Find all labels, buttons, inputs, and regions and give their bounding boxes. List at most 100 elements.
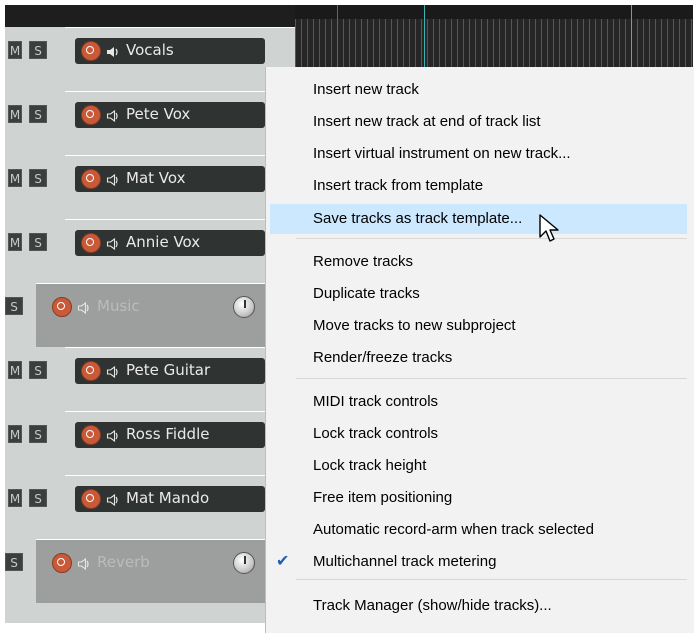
track-name-panel[interactable]: Vocals	[75, 38, 265, 64]
menu-item[interactable]: Render/freeze tracks	[266, 343, 687, 373]
track-row[interactable]: Music	[36, 283, 296, 347]
track-name: Vocals	[126, 41, 174, 59]
record-arm-button[interactable]	[52, 553, 72, 573]
mouse-pointer-icon	[539, 214, 559, 242]
menu-separator	[296, 579, 687, 580]
record-arm-button[interactable]	[52, 297, 72, 317]
tcp-header	[5, 5, 295, 27]
menu-item[interactable]: Track Manager (show/hide tracks)...	[266, 591, 687, 621]
speaker-outline-icon[interactable]	[106, 236, 120, 251]
track-name: Pete Guitar	[126, 361, 211, 379]
solo-button[interactable]: S	[5, 297, 23, 315]
menu-item[interactable]: MIDI track controls	[266, 387, 687, 417]
menu-item-label: Render/freeze tracks	[313, 349, 453, 366]
mute-button[interactable]: M	[8, 105, 22, 123]
track-row[interactable]: Pete Vox	[65, 91, 295, 155]
menu-item[interactable]: Remove tracks	[266, 247, 687, 277]
track-name: Pete Vox	[126, 105, 191, 123]
solo-button[interactable]: S	[29, 105, 47, 123]
menu-item-label: Multichannel track metering	[313, 553, 497, 570]
menu-item[interactable]: Free item positioning	[266, 483, 687, 513]
record-arm-button[interactable]	[81, 41, 101, 61]
solo-button[interactable]: S	[29, 41, 47, 59]
track-name: Mat Mando	[126, 489, 210, 507]
menu-item[interactable]: Insert new track at end of track list	[266, 107, 687, 137]
mute-button[interactable]: M	[8, 425, 22, 443]
speaker-outline-icon[interactable]	[77, 556, 91, 571]
record-arm-button[interactable]	[81, 169, 101, 189]
menu-item[interactable]: Lock track height	[266, 451, 687, 481]
speaker-outline-icon[interactable]	[77, 300, 91, 315]
mute-button[interactable]: M	[8, 361, 22, 379]
menu-item-label: Lock track controls	[313, 425, 439, 442]
menu-item-label: Remove tracks	[313, 253, 414, 270]
solo-button[interactable]: S	[5, 553, 23, 571]
track-name: Ross Fiddle	[126, 425, 210, 443]
menu-item-label: Save tracks as track template...	[313, 210, 523, 227]
track-row[interactable]: Ross Fiddle	[65, 411, 295, 475]
volume-knob[interactable]	[233, 552, 255, 574]
track-name: Mat Vox	[126, 169, 186, 187]
menu-item[interactable]: Save tracks as track template...	[270, 204, 687, 234]
menu-item[interactable]: Move tracks to new subproject	[266, 311, 687, 341]
record-arm-button[interactable]	[81, 489, 101, 509]
record-arm-button[interactable]	[81, 361, 101, 381]
menu-item[interactable]: Multichannel track metering ✔	[266, 547, 687, 577]
track-name-panel[interactable]: Ross Fiddle	[75, 422, 265, 448]
track-name-panel[interactable]: Annie Vox	[75, 230, 265, 256]
menu-item[interactable]: Duplicate tracks	[266, 279, 687, 309]
menu-item[interactable]: Insert track from template	[266, 171, 687, 201]
solo-button[interactable]: S	[29, 425, 47, 443]
menu-item-label: Lock track height	[313, 457, 427, 474]
speaker-outline-icon[interactable]	[106, 428, 120, 443]
record-arm-button[interactable]	[81, 233, 101, 253]
speaker-filled-icon[interactable]	[106, 44, 120, 58]
speaker-outline-icon[interactable]	[106, 108, 120, 123]
menu-item-label: Insert virtual instrument on new track..…	[313, 145, 571, 162]
menu-item-label: Insert new track	[313, 81, 419, 98]
menu-item-label: Track Manager (show/hide tracks)...	[313, 597, 552, 614]
menu-item-label: Duplicate tracks	[313, 285, 420, 302]
record-arm-button[interactable]	[81, 425, 101, 445]
track-row[interactable]: Mat Vox	[65, 155, 295, 219]
mute-button[interactable]: M	[8, 169, 22, 187]
speaker-outline-icon[interactable]	[106, 364, 120, 379]
menu-item-label: Move tracks to new subproject	[313, 317, 516, 334]
solo-button[interactable]: S	[29, 489, 47, 507]
track-name-panel[interactable]: Mat Vox	[75, 166, 265, 192]
menu-item[interactable]: Insert virtual instrument on new track..…	[266, 139, 687, 169]
solo-button[interactable]: S	[29, 233, 47, 251]
track-row[interactable]: Mat Mando	[65, 475, 295, 539]
track-row[interactable]: Annie Vox	[65, 219, 295, 283]
menu-item[interactable]: Insert new track	[266, 75, 687, 105]
speaker-outline-icon[interactable]	[106, 492, 120, 507]
track-name-panel[interactable]: Pete Vox	[75, 102, 265, 128]
solo-button[interactable]: S	[29, 169, 47, 187]
menu-item-label: Automatic record-arm when track selected	[313, 521, 594, 538]
speaker-outline-icon[interactable]	[106, 172, 120, 187]
mute-button[interactable]: M	[8, 489, 22, 507]
track-name-panel[interactable]: Reverb	[46, 550, 246, 576]
track-context-menu: Insert new track Insert new track at end …	[265, 67, 694, 633]
volume-knob[interactable]	[233, 296, 255, 318]
track-row[interactable]: Reverb	[36, 539, 296, 603]
track-name: Reverb	[97, 553, 150, 571]
record-arm-button[interactable]	[81, 105, 101, 125]
solo-button[interactable]: S	[29, 361, 47, 379]
track-name: Music	[97, 297, 140, 315]
track-name-panel[interactable]: Music	[46, 294, 246, 320]
menu-item[interactable]: Automatic record-arm when track selected	[266, 515, 687, 545]
mute-button[interactable]: M	[8, 233, 22, 251]
menu-separator	[296, 238, 687, 239]
timeline-ruler[interactable]	[295, 5, 693, 19]
menu-item-label: Free item positioning	[313, 489, 453, 506]
track-name-panel[interactable]: Mat Mando	[75, 486, 265, 512]
menu-item-label: Insert new track at end of track list	[313, 113, 541, 130]
track-row[interactable]: Vocals	[65, 27, 295, 91]
menu-item-label: Insert track from template	[313, 177, 484, 194]
menu-item[interactable]: Lock track controls	[266, 419, 687, 449]
track-name: Annie Vox	[126, 233, 201, 251]
mute-button[interactable]: M	[8, 41, 22, 59]
track-row[interactable]: Pete Guitar	[65, 347, 295, 411]
track-name-panel[interactable]: Pete Guitar	[75, 358, 265, 384]
